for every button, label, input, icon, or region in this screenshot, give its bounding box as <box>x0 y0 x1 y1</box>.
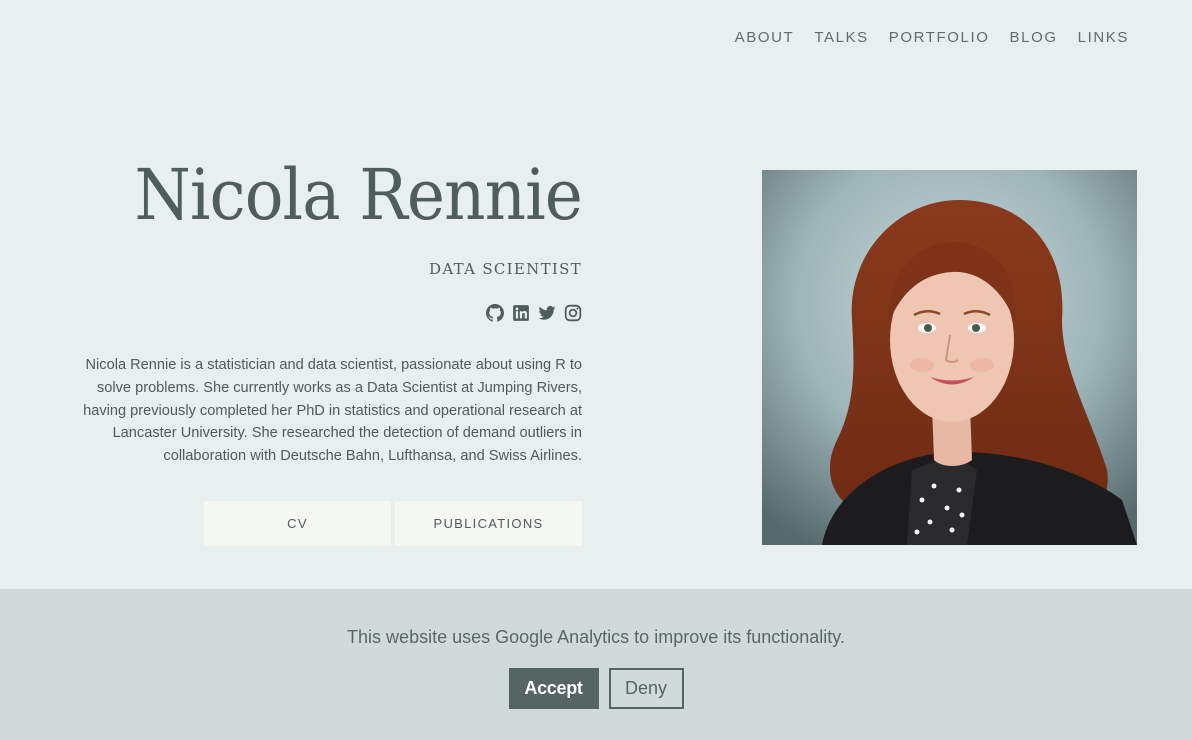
cv-button[interactable]: CV <box>204 501 391 546</box>
page-title: Nicola Rennie <box>134 154 582 236</box>
cookie-actions: Accept Deny <box>0 668 1192 709</box>
job-title: DATA SCIENTIST <box>429 260 582 278</box>
deny-button[interactable]: Deny <box>608 668 684 709</box>
nav-blog[interactable]: BLOG <box>1010 29 1058 46</box>
nav-portfolio[interactable]: PORTFOLIO <box>889 29 990 46</box>
cookie-message: This website uses Google Analytics to im… <box>347 627 845 647</box>
nav-links[interactable]: LINKS <box>1078 29 1129 46</box>
hero-intro: Nicola Rennie DATA SCIENTIST Nicola Renn… <box>60 150 583 468</box>
bio-text: Nicola Rennie is a statistician and data… <box>83 357 582 465</box>
social-links <box>60 304 582 322</box>
linkedin-icon[interactable] <box>512 304 530 322</box>
profile-photo <box>762 170 1137 545</box>
nav-about[interactable]: ABOUT <box>735 29 795 46</box>
accept-button[interactable]: Accept <box>508 668 599 709</box>
nav-talks[interactable]: TALKS <box>814 29 868 46</box>
github-icon[interactable] <box>486 304 504 322</box>
hero-buttons: CV PUBLICATIONS <box>204 501 582 546</box>
cookie-banner: This website uses Google Analytics to im… <box>0 589 1192 740</box>
twitter-icon[interactable] <box>538 304 556 322</box>
publications-button[interactable]: PUBLICATIONS <box>395 501 582 546</box>
instagram-icon[interactable] <box>564 304 582 322</box>
main-nav: ABOUT TALKS PORTFOLIO BLOG LINKS <box>735 29 1129 46</box>
